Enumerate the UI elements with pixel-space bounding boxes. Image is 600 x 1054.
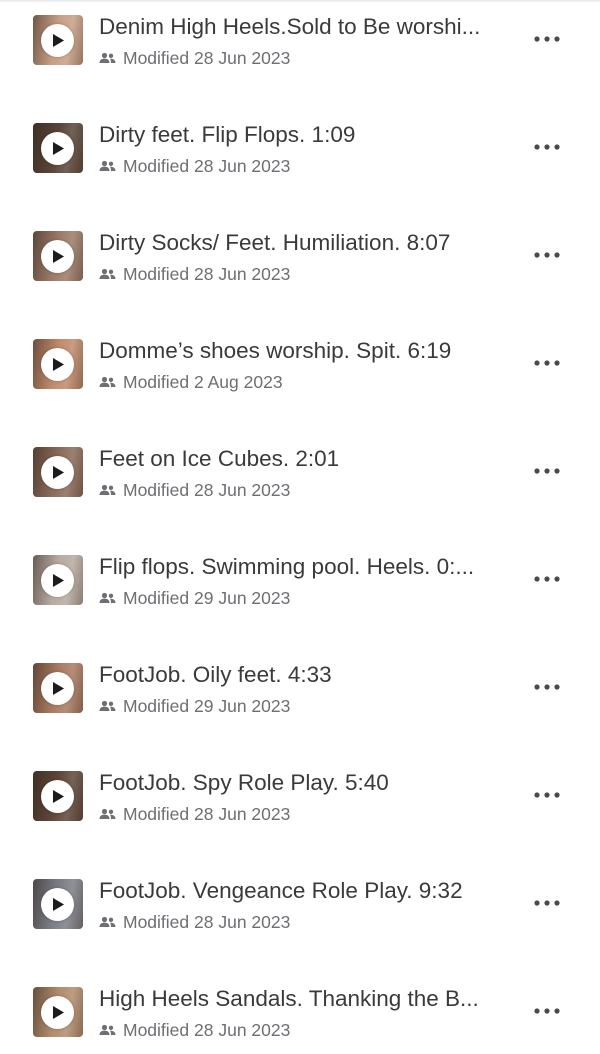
file-row[interactable]: High Heels Sandals. Thanking the B... Mo… (0, 972, 600, 1052)
play-icon (41, 24, 74, 57)
modified-date: Modified 28 Jun 2023 (123, 1020, 291, 1040)
more-horizontal-icon (534, 900, 560, 906)
modified-date: Modified 29 Jun 2023 (123, 696, 291, 716)
file-title: Flip flops. Swimming pool. Heels. 0:... (99, 554, 475, 579)
video-thumbnail[interactable] (33, 447, 83, 497)
file-meta: Modified 28 Jun 2023 (99, 1019, 290, 1041)
video-thumbnail[interactable] (33, 231, 83, 281)
people-icon (99, 376, 116, 387)
play-icon (41, 240, 74, 273)
video-thumbnail[interactable] (33, 987, 83, 1037)
more-horizontal-icon (534, 468, 560, 474)
more-horizontal-icon (534, 144, 560, 150)
people-icon (99, 916, 116, 927)
people-icon (99, 484, 116, 495)
more-horizontal-icon (534, 252, 560, 258)
play-icon (41, 564, 74, 597)
play-icon (41, 996, 74, 1029)
play-icon (41, 456, 74, 489)
play-icon (41, 132, 74, 165)
people-icon (99, 592, 116, 603)
file-row[interactable]: Dirty Socks/ Feet. Humiliation. 8:07 Mod… (0, 216, 600, 296)
more-options-button[interactable] (528, 28, 566, 50)
file-meta: Modified 29 Jun 2023 (99, 695, 290, 717)
more-horizontal-icon (534, 360, 560, 366)
modified-date: Modified 29 Jun 2023 (123, 588, 291, 608)
modified-date: Modified 28 Jun 2023 (123, 156, 291, 176)
more-options-button[interactable] (528, 568, 566, 590)
file-title: Denim High Heels.Sold to Be worshi... (99, 14, 481, 39)
file-title: Dirty feet. Flip Flops. 1:09 (99, 122, 356, 147)
more-horizontal-icon (534, 684, 560, 690)
file-title: Domme’s shoes worship. Spit. 6:19 (99, 338, 452, 363)
modified-date: Modified 28 Jun 2023 (123, 264, 291, 284)
file-row[interactable]: FootJob. Oily feet. 4:33 Modified 29 Jun… (0, 648, 600, 728)
more-horizontal-icon (534, 1008, 560, 1014)
play-icon (41, 780, 74, 813)
file-title: Dirty Socks/ Feet. Humiliation. 8:07 (99, 230, 451, 255)
file-title: Feet on Ice Cubes. 2:01 (99, 446, 340, 471)
file-meta: Modified 28 Jun 2023 (99, 911, 290, 933)
video-thumbnail[interactable] (33, 123, 83, 173)
file-meta: Modified 2 Aug 2023 (99, 371, 283, 393)
modified-date: Modified 28 Jun 2023 (123, 480, 291, 500)
modified-date: Modified 28 Jun 2023 (123, 912, 291, 932)
file-title: FootJob. Oily feet. 4:33 (99, 662, 332, 687)
file-row[interactable]: Flip flops. Swimming pool. Heels. 0:... … (0, 540, 600, 620)
video-thumbnail[interactable] (33, 555, 83, 605)
file-meta: Modified 28 Jun 2023 (99, 479, 290, 501)
file-row[interactable]: FootJob. Vengeance Role Play. 9:32 Modif… (0, 864, 600, 944)
file-meta: Modified 28 Jun 2023 (99, 263, 290, 285)
file-meta: Modified 28 Jun 2023 (99, 155, 290, 177)
file-row[interactable]: Dirty feet. Flip Flops. 1:09 Modified 28… (0, 108, 600, 188)
file-row[interactable]: Feet on Ice Cubes. 2:01 Modified 28 Jun … (0, 432, 600, 512)
modified-date: Modified 2 Aug 2023 (123, 372, 283, 392)
more-horizontal-icon (534, 36, 560, 42)
people-icon (99, 1024, 116, 1035)
more-options-button[interactable] (528, 136, 566, 158)
more-options-button[interactable] (528, 460, 566, 482)
video-thumbnail[interactable] (33, 771, 83, 821)
file-title: FootJob. Vengeance Role Play. 9:32 (99, 878, 463, 903)
play-icon (41, 348, 74, 381)
more-options-button[interactable] (528, 892, 566, 914)
people-icon (99, 52, 116, 63)
file-meta: Modified 28 Jun 2023 (99, 47, 290, 69)
people-icon (99, 160, 116, 171)
play-icon (41, 672, 74, 705)
more-options-button[interactable] (528, 1000, 566, 1022)
video-thumbnail[interactable] (33, 663, 83, 713)
video-thumbnail[interactable] (33, 15, 83, 65)
people-icon (99, 808, 116, 819)
modified-date: Modified 28 Jun 2023 (123, 48, 291, 68)
more-horizontal-icon (534, 576, 560, 582)
people-icon (99, 700, 116, 711)
file-row[interactable]: Denim High Heels.Sold to Be worshi... Mo… (0, 0, 600, 80)
video-thumbnail[interactable] (33, 339, 83, 389)
file-row[interactable]: Domme’s shoes worship. Spit. 6:19 Modifi… (0, 324, 600, 404)
more-options-button[interactable] (528, 244, 566, 266)
more-horizontal-icon (534, 792, 560, 798)
file-title: FootJob. Spy Role Play. 5:40 (99, 770, 389, 795)
file-meta: Modified 28 Jun 2023 (99, 803, 290, 825)
more-options-button[interactable] (528, 784, 566, 806)
more-options-button[interactable] (528, 352, 566, 374)
file-meta: Modified 29 Jun 2023 (99, 587, 290, 609)
video-thumbnail[interactable] (33, 879, 83, 929)
file-title: High Heels Sandals. Thanking the B... (99, 986, 479, 1011)
play-icon (41, 888, 74, 921)
people-icon (99, 268, 116, 279)
more-options-button[interactable] (528, 676, 566, 698)
modified-date: Modified 28 Jun 2023 (123, 804, 291, 824)
file-row[interactable]: FootJob. Spy Role Play. 5:40 Modified 28… (0, 756, 600, 836)
